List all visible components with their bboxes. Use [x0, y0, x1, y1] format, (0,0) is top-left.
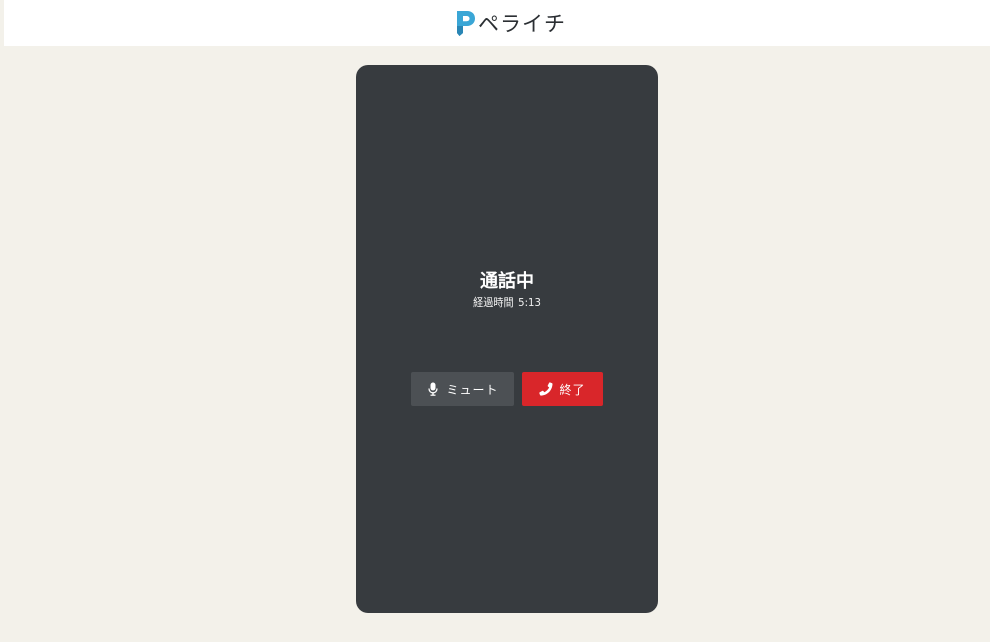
- end-call-button[interactable]: 終了: [522, 372, 603, 406]
- end-call-button-label: 終了: [559, 382, 586, 397]
- phone-icon: [539, 382, 553, 396]
- peraichi-logo-icon: [454, 9, 476, 37]
- elapsed-time-value: 5:13: [518, 296, 541, 309]
- call-panel: [356, 65, 658, 613]
- logo-text: ペライチ: [478, 12, 566, 36]
- top-header: ペライチ: [4, 0, 990, 46]
- mute-button-label: ミュート: [446, 382, 499, 397]
- mute-button[interactable]: ミュート: [411, 372, 514, 406]
- site-logo[interactable]: ペライチ: [454, 8, 566, 38]
- microphone-icon: [426, 382, 440, 396]
- call-status: 通話中: [480, 271, 534, 292]
- elapsed-time-row: 経過時間 5:13: [368, 296, 646, 310]
- elapsed-label: 経過時間: [473, 296, 514, 309]
